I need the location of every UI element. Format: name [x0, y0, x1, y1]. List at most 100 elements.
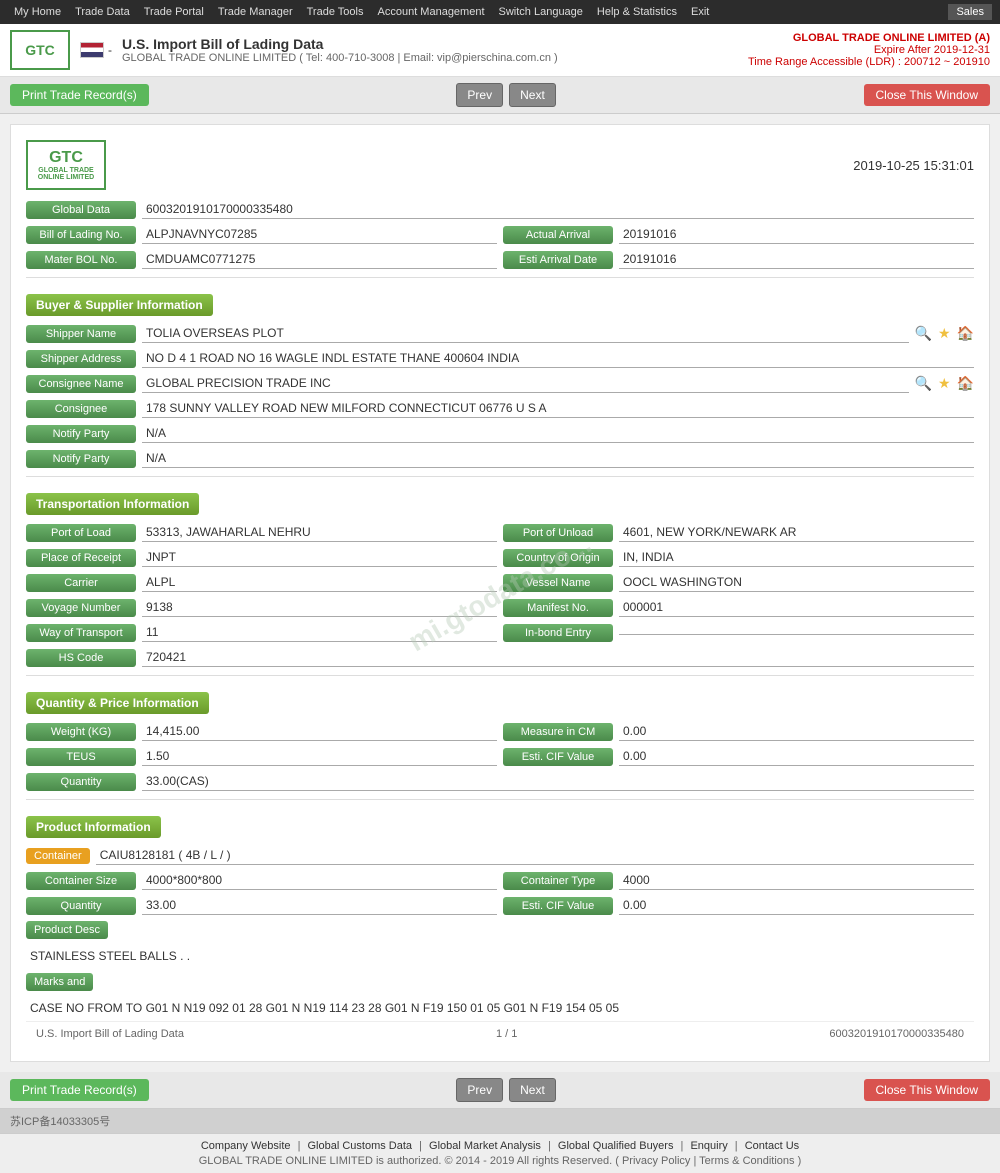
bol-row: Bill of Lading No. ALPJNAVNYC07285 Actua… — [26, 225, 974, 244]
voyage-group: Voyage Number 9138 — [26, 598, 497, 617]
header-time-range: Time Range Accessible (LDR) : 200712 ~ 2… — [748, 56, 990, 68]
container-size-label: Container Size — [26, 872, 136, 890]
container-value: CAIU8128181 ( 4B / L / ) — [96, 846, 974, 865]
footer-link-customs-data[interactable]: Global Customs Data — [308, 1140, 413, 1152]
quantity-price-section-header: Quantity & Price Information — [26, 692, 209, 714]
notify-party1-label: Notify Party — [26, 425, 136, 443]
port-row: Port of Load 53313, JAWAHARLAL NEHRU Por… — [26, 523, 974, 542]
esti-cif-label: Esti. CIF Value — [503, 748, 613, 766]
next-button-top[interactable]: Next — [509, 83, 556, 107]
print-button-top[interactable]: Print Trade Record(s) — [10, 84, 149, 106]
footer-link-enquiry[interactable]: Enquiry — [690, 1140, 727, 1152]
consignee-home-icon[interactable]: 🏠 — [957, 375, 974, 392]
carrier-group: Carrier ALPL — [26, 573, 497, 592]
page-title: U.S. Import Bill of Lading Data — [122, 36, 738, 52]
header-company-info: GLOBAL TRADE ONLINE LIMITED ( Tel: 400-7… — [122, 52, 738, 64]
manifest-group: Manifest No. 000001 — [503, 598, 974, 617]
weight-label: Weight (KG) — [26, 723, 136, 741]
footer-link-contact[interactable]: Contact Us — [745, 1140, 799, 1152]
marks-label: Marks and — [26, 973, 93, 991]
shipper-star-icon[interactable]: ★ — [938, 325, 951, 342]
master-bol-row: Mater BOL No. CMDUAMC0771275 Esti Arriva… — [26, 250, 974, 269]
nav-switch-language[interactable]: Switch Language — [493, 4, 589, 20]
teus-cif-row: TEUS 1.50 Esti. CIF Value 0.00 — [26, 747, 974, 766]
product-esti-cif-group: Esti. CIF Value 0.00 — [503, 896, 974, 915]
nav-trade-data[interactable]: Trade Data — [69, 4, 136, 20]
footer-link-company-website[interactable]: Company Website — [201, 1140, 291, 1152]
nav-help-statistics[interactable]: Help & Statistics — [591, 4, 683, 20]
icp-number: 苏ICP备14033305号 — [10, 1113, 110, 1129]
actual-arrival-group: Actual Arrival 20191016 — [503, 225, 974, 244]
footer-copyright: GLOBAL TRADE ONLINE LIMITED is authorize… — [10, 1155, 990, 1167]
receipt-origin-row: Place of Receipt JNPT Country of Origin … — [26, 548, 974, 567]
container-badge: Container — [26, 848, 90, 864]
product-qty-value: 33.00 — [142, 896, 497, 915]
footer-link-qualified-buyers[interactable]: Global Qualified Buyers — [558, 1140, 674, 1152]
shipper-home-icon[interactable]: 🏠 — [957, 325, 974, 342]
vessel-name-label: Vessel Name — [503, 574, 613, 592]
prev-button-bottom[interactable]: Prev — [456, 1078, 503, 1102]
nav-items: My Home Trade Data Trade Portal Trade Ma… — [8, 4, 715, 20]
close-button-bottom[interactable]: Close This Window — [864, 1079, 990, 1101]
inbond-group: In-bond Entry — [503, 624, 974, 642]
quantity-value: 33.00(CAS) — [142, 772, 974, 791]
nav-trade-portal[interactable]: Trade Portal — [138, 4, 210, 20]
place-receipt-value: JNPT — [142, 548, 497, 567]
header-title-area: U.S. Import Bill of Lading Data GLOBAL T… — [122, 36, 738, 64]
main-content: GTC GLOBAL TRADE ONLINE LIMITED 2019-10-… — [0, 114, 1000, 1072]
actual-arrival-value: 20191016 — [619, 225, 974, 244]
teus-value: 1.50 — [142, 747, 497, 766]
top-navigation: My Home Trade Data Trade Portal Trade Ma… — [0, 0, 1000, 24]
carrier-label: Carrier — [26, 574, 136, 592]
master-bol-value: CMDUAMC0771275 — [142, 250, 497, 269]
bol-label: Bill of Lading No. — [26, 226, 136, 244]
nav-exit[interactable]: Exit — [685, 4, 715, 20]
close-button-top[interactable]: Close This Window — [864, 84, 990, 106]
company-logo: GTC — [10, 30, 70, 70]
print-button-bottom[interactable]: Print Trade Record(s) — [10, 1079, 149, 1101]
measure-label: Measure in CM — [503, 723, 613, 741]
nav-trade-tools[interactable]: Trade Tools — [301, 4, 370, 20]
footer-link-market-analysis[interactable]: Global Market Analysis — [429, 1140, 541, 1152]
next-button-bottom[interactable]: Next — [509, 1078, 556, 1102]
consignee-value: 178 SUNNY VALLEY ROAD NEW MILFORD CONNEC… — [142, 399, 974, 418]
nav-my-home[interactable]: My Home — [8, 4, 67, 20]
shipper-address-value: NO D 4 1 ROAD NO 16 WAGLE INDL ESTATE TH… — [142, 349, 974, 368]
shipper-search-icon[interactable]: 🔍 — [915, 325, 932, 342]
vessel-name-value: OOCL WASHINGTON — [619, 573, 974, 592]
nav-account-management[interactable]: Account Management — [372, 4, 491, 20]
product-qty-cif-row: Quantity 33.00 Esti. CIF Value 0.00 — [26, 896, 974, 915]
port-load-group: Port of Load 53313, JAWAHARLAL NEHRU — [26, 523, 497, 542]
footer-links: Company Website | Global Customs Data | … — [10, 1140, 990, 1152]
esti-cif-group: Esti. CIF Value 0.00 — [503, 747, 974, 766]
nav-sales[interactable]: Sales — [948, 4, 992, 20]
shipper-address-label: Shipper Address — [26, 350, 136, 368]
voyage-manifest-row: Voyage Number 9138 Manifest No. 000001 — [26, 598, 974, 617]
actual-arrival-label: Actual Arrival — [503, 226, 613, 244]
product-section-header: Product Information — [26, 816, 161, 838]
container-type-value: 4000 — [619, 871, 974, 890]
country-origin-value: IN, INDIA — [619, 548, 974, 567]
global-data-value: 6003201910170000335480 — [142, 200, 974, 219]
record-bottom: U.S. Import Bill of Lading Data 1 / 1 60… — [26, 1021, 974, 1046]
global-data-label: Global Data — [26, 201, 136, 219]
flag-separator: - — [108, 43, 112, 57]
header-right-company: GLOBAL TRADE ONLINE LIMITED (A) — [748, 32, 990, 44]
esti-arrival-group: Esti Arrival Date 20191016 — [503, 250, 974, 269]
hs-code-row: HS Code 720421 — [26, 648, 974, 667]
way-transport-value: 11 — [142, 623, 497, 642]
nav-trade-manager[interactable]: Trade Manager — [212, 4, 299, 20]
card-logo: GTC GLOBAL TRADE ONLINE LIMITED — [26, 140, 106, 190]
port-load-label: Port of Load — [26, 524, 136, 542]
container-type-label: Container Type — [503, 872, 613, 890]
consignee-search-icon[interactable]: 🔍 — [915, 375, 932, 392]
measure-group: Measure in CM 0.00 — [503, 722, 974, 741]
consignee-name-row: Consignee Name GLOBAL PRECISION TRADE IN… — [26, 374, 974, 393]
global-data-row: Global Data 6003201910170000335480 — [26, 200, 974, 219]
header-expire: Expire After 2019-12-31 — [748, 44, 990, 56]
port-unload-group: Port of Unload 4601, NEW YORK/NEWARK AR — [503, 523, 974, 542]
prev-button-top[interactable]: Prev — [456, 83, 503, 107]
container-size-type-row: Container Size 4000*800*800 Container Ty… — [26, 871, 974, 890]
bol-group: Bill of Lading No. ALPJNAVNYC07285 — [26, 225, 497, 244]
consignee-star-icon[interactable]: ★ — [938, 375, 951, 392]
